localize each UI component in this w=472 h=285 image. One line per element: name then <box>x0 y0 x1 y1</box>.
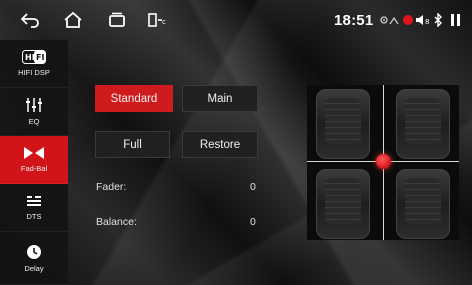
recent-apps-icon[interactable] <box>105 8 129 32</box>
sound-focus-handle[interactable] <box>376 154 391 169</box>
back-icon[interactable] <box>18 8 42 32</box>
clock-icon <box>27 244 41 259</box>
sidebar-item-fad-bal[interactable]: Fad-Bal <box>0 136 68 184</box>
split-screen-icon[interactable]: c <box>145 8 169 32</box>
full-button[interactable]: Full <box>95 131 170 158</box>
sidebar-item-label: DTS <box>26 212 42 221</box>
main-button[interactable]: Main <box>182 85 258 112</box>
sidebar-item-label: Fad-Bal <box>20 164 48 173</box>
home-icon[interactable] <box>61 8 85 32</box>
sidebar-item-hifi-dsp[interactable]: HI FI HIFI DSP <box>0 40 68 88</box>
balance-label: Balance: <box>96 216 137 228</box>
svg-text:FI: FI <box>36 53 44 62</box>
svg-text:HI: HI <box>25 53 35 62</box>
sidebar-item-delay[interactable]: Delay <box>0 232 68 285</box>
rear-right-seat <box>396 169 450 239</box>
standard-button[interactable]: Standard <box>95 85 173 112</box>
sidebar-item-dts[interactable]: DTS <box>0 184 68 232</box>
balance-value: 0 <box>250 216 256 228</box>
volume-icon: 8 <box>414 12 432 28</box>
rear-left-seat <box>316 169 370 239</box>
sidebar-item-label: Delay <box>24 263 44 273</box>
restore-button[interactable]: Restore <box>182 131 258 158</box>
sidebar-item-label: HIFI DSP <box>18 68 50 77</box>
equalizer-icon <box>26 98 42 112</box>
record-icon <box>402 12 414 28</box>
bluetooth-icon <box>433 12 443 28</box>
hifi-icon: HI FI <box>22 50 46 64</box>
fader-label: Fader: <box>96 181 127 193</box>
sidebar-item-eq[interactable]: EQ <box>0 88 68 136</box>
sidebar-item-label: EQ <box>28 117 40 126</box>
clock: 18:51 <box>334 12 374 29</box>
svg-text:8: 8 <box>425 18 429 26</box>
fader-value: 0 <box>250 181 256 193</box>
fader-balance-icon <box>24 147 44 159</box>
pause-icon <box>450 12 462 28</box>
status-bar: c 18:51 8 <box>0 0 472 40</box>
front-right-seat <box>396 89 450 159</box>
signal-icon <box>389 12 399 28</box>
dts-icon <box>27 196 41 206</box>
sidebar: HI FI HIFI DSP EQ Fad-Bal DTS Delay <box>0 40 68 285</box>
seat-position-pad[interactable] <box>307 85 459 240</box>
front-left-seat <box>316 89 370 159</box>
svg-text:c: c <box>162 18 166 26</box>
